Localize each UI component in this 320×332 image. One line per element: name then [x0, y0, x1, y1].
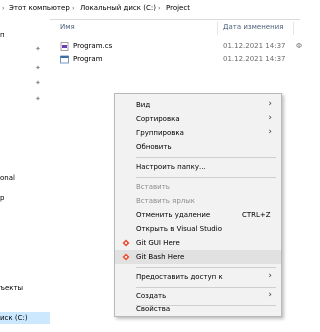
- menu-item-open-in-visual-studio[interactable]: Открыть в Visual Studio: [115, 222, 281, 236]
- menu-item-paste[interactable]: Вставить: [115, 180, 281, 194]
- nav-item[interactable]: п: [0, 31, 5, 39]
- menu-item-label: Настроить папку...: [136, 163, 206, 171]
- nav-item[interactable]: onal: [0, 174, 15, 182]
- breadcrumb-item-project[interactable]: Project: [166, 4, 190, 12]
- column-header-name[interactable]: Имя: [60, 23, 75, 31]
- pin-icon[interactable]: ✦: [35, 64, 41, 72]
- nav-item[interactable]: р: [0, 194, 4, 202]
- file-date: 01.12.2021 14:37: [223, 42, 286, 50]
- pin-icon[interactable]: ✦: [35, 79, 41, 87]
- menu-item-refresh[interactable]: Обновить: [115, 140, 281, 154]
- menu-item-label: Группировка: [136, 129, 184, 137]
- menu-item-label: Вставить: [136, 183, 170, 191]
- file-date: 01.12.2021 14:37: [223, 55, 286, 63]
- menu-item-undo-delete[interactable]: Отменить удаление CTRL+Z: [115, 208, 281, 222]
- menu-separator: [136, 157, 276, 158]
- menu-separator: [136, 267, 276, 268]
- git-bash-icon: [122, 253, 130, 261]
- menu-item-group[interactable]: Группировка ›: [115, 126, 281, 140]
- pin-icon[interactable]: ✦: [35, 95, 41, 103]
- chevron-right-icon: ›: [268, 99, 272, 109]
- breadcrumb-item-local-disk[interactable]: Локальный диск (C:): [80, 4, 156, 12]
- nav-item-local-disk[interactable]: иск (C:): [0, 312, 50, 324]
- cs-file-icon: [60, 42, 69, 51]
- menu-item-label: Вид: [136, 101, 151, 109]
- menu-item-sort[interactable]: Сортировка ›: [115, 112, 281, 126]
- chevron-right-icon[interactable]: ›: [2, 4, 5, 12]
- column-separator[interactable]: [293, 22, 294, 35]
- menu-item-label: Предоставить доступ к: [136, 273, 223, 281]
- address-bar[interactable]: › Этот компьютер › Локальный диск (C:) ›…: [0, 0, 300, 20]
- menu-separator: [136, 177, 276, 178]
- menu-item-label: Отменить удаление: [136, 211, 211, 219]
- column-separator[interactable]: [217, 22, 218, 35]
- menu-item-label: Git GUI Here: [136, 239, 180, 247]
- column-header-date[interactable]: Дата изменения: [223, 23, 283, 31]
- context-menu: Вид › Сортировка › Группировка › Обновит…: [114, 93, 282, 317]
- shortcut-label: CTRL+Z: [242, 211, 271, 219]
- menu-item-label: Git Bash Here: [136, 253, 185, 261]
- breadcrumb-item-this-pc[interactable]: Этот компьютер: [9, 4, 70, 12]
- chevron-right-icon: ›: [268, 271, 272, 281]
- chevron-right-icon: ›: [268, 290, 272, 300]
- nav-item[interactable]: ъекты: [0, 284, 23, 292]
- menu-item-paste-shortcut[interactable]: Вставить ярлык: [115, 194, 281, 208]
- menu-item-share-with[interactable]: Предоставить доступ к ›: [115, 270, 281, 284]
- file-row[interactable]: Program 01.12.2021 14:37: [56, 53, 300, 66]
- navigation-pane: п ✦ ✦ ✦ ✦ onal р ъекты иск (C:): [0, 19, 50, 332]
- file-name: Program.cs: [73, 42, 113, 50]
- menu-item-customize-folder[interactable]: Настроить папку...: [115, 160, 281, 174]
- chevron-right-icon[interactable]: ›: [72, 4, 75, 12]
- menu-separator: [136, 287, 276, 288]
- menu-item-git-bash[interactable]: Git Bash Here: [115, 250, 281, 264]
- menu-item-view[interactable]: Вид ›: [115, 98, 281, 112]
- chevron-right-icon: ›: [268, 127, 272, 137]
- git-gui-icon: [122, 239, 130, 247]
- menu-item-git-gui[interactable]: Git GUI Here: [115, 236, 281, 250]
- menu-item-label: Вставить ярлык: [136, 197, 196, 205]
- chevron-right-icon: ›: [268, 113, 272, 123]
- menu-item-label: Свойства: [136, 305, 171, 313]
- menu-item-properties[interactable]: Свойства: [115, 300, 281, 314]
- menu-item-label: Открыть в Visual Studio: [136, 225, 222, 233]
- file-name: Program: [73, 55, 103, 63]
- exe-file-icon: [60, 55, 69, 64]
- chevron-right-icon[interactable]: ›: [158, 4, 161, 12]
- file-type: Ф: [296, 42, 303, 50]
- menu-item-label: Обновить: [136, 143, 172, 151]
- menu-item-label: Сортировка: [136, 115, 180, 123]
- pin-icon[interactable]: ✦: [35, 45, 41, 53]
- menu-item-label: Создать: [136, 292, 167, 300]
- file-row[interactable]: Program.cs 01.12.2021 14:37 Ф: [56, 40, 303, 53]
